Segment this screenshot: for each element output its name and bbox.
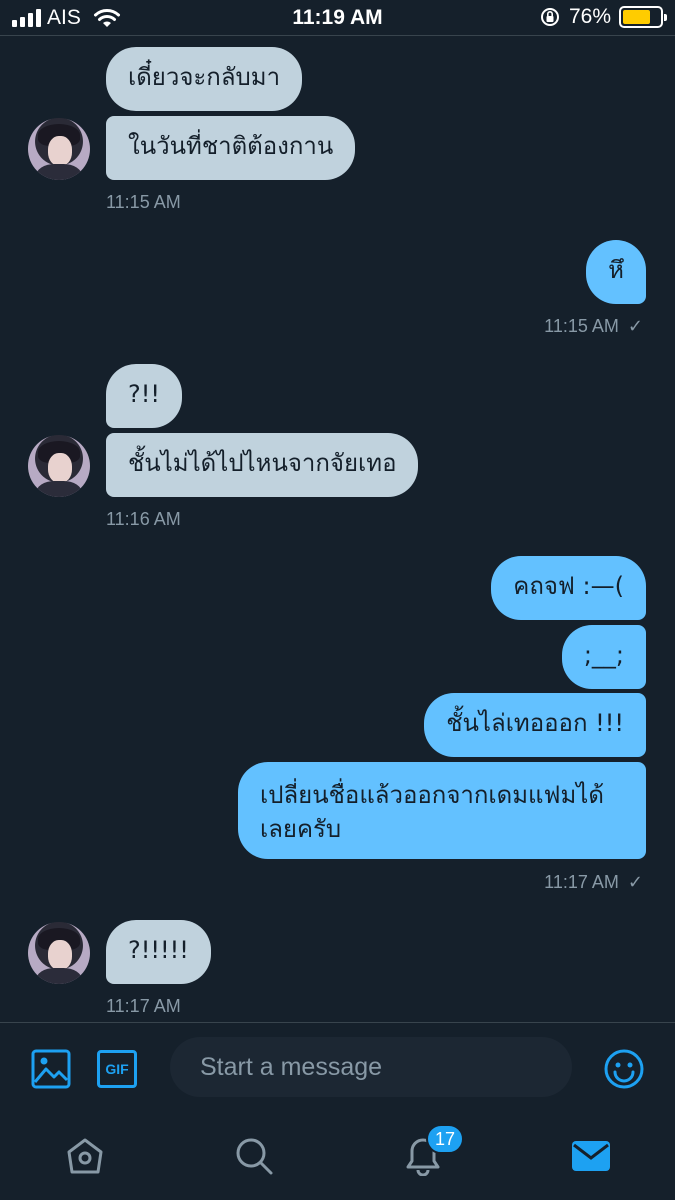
outgoing-message[interactable]: เปลี่ยนชื่อแล้วออกจากเดมแฟมได้ เลยครับ: [238, 762, 646, 859]
outgoing-message[interactable]: ชั้นไล่เทอออก !!!: [424, 693, 646, 757]
outgoing-message[interactable]: ;__;: [561, 625, 646, 689]
timestamp-text: 11:17 AM: [544, 872, 619, 892]
avatar[interactable]: [28, 922, 90, 984]
status-bar: AIS 11:19 AM 76%: [0, 0, 675, 36]
mail-icon[interactable]: [571, 1138, 611, 1174]
message-timestamp: 11:16 AM: [106, 509, 181, 529]
search-icon[interactable]: [234, 1136, 274, 1176]
sent-check-icon: ✓: [627, 316, 643, 336]
incoming-message[interactable]: เดี๋ยวจะกลับมา: [106, 47, 303, 111]
sent-check-icon: ✓: [627, 872, 643, 892]
outgoing-message[interactable]: คถจฟ :—(: [491, 556, 646, 620]
message-timestamp: 11:17 AM ✓: [544, 872, 643, 893]
gif-icon[interactable]: GIF: [97, 1050, 137, 1088]
battery-percent: 76%: [568, 5, 611, 28]
home-icon[interactable]: [65, 1136, 105, 1176]
status-right: 76%: [539, 5, 667, 29]
message-timestamp: 11:15 AM: [106, 192, 181, 212]
outgoing-message[interactable]: หึ: [586, 240, 646, 304]
message-timestamp: 11:17 AM: [106, 996, 181, 1016]
message-timestamp: 11:15 AM ✓: [544, 316, 643, 337]
emoji-icon[interactable]: [603, 1048, 645, 1090]
incoming-message[interactable]: ในวันที่ชาติต้องกาน: [106, 116, 356, 180]
image-icon[interactable]: [31, 1049, 71, 1089]
battery-fill: [623, 10, 651, 24]
notification-badge[interactable]: 17: [426, 1124, 464, 1154]
message-line: เปลี่ยนชื่อแล้วออกจากเดมแฟมได้: [260, 781, 604, 809]
incoming-message[interactable]: ชั้นไม่ได้ไปไหนจากจัยเทอ: [106, 433, 419, 497]
timestamp-text: 11:15 AM: [544, 316, 619, 336]
incoming-message[interactable]: ?!!!!!: [106, 920, 211, 984]
avatar[interactable]: [28, 118, 90, 180]
orientation-lock-icon: [540, 8, 559, 26]
battery-icon: [619, 6, 667, 28]
message-line: เลยครับ: [260, 815, 342, 843]
incoming-message[interactable]: ?!!: [106, 364, 182, 428]
tab-bar: 17: [0, 1114, 675, 1200]
avatar[interactable]: [28, 435, 90, 497]
message-composer: GIF Start a message: [0, 1022, 675, 1114]
message-input[interactable]: Start a message: [170, 1037, 572, 1097]
